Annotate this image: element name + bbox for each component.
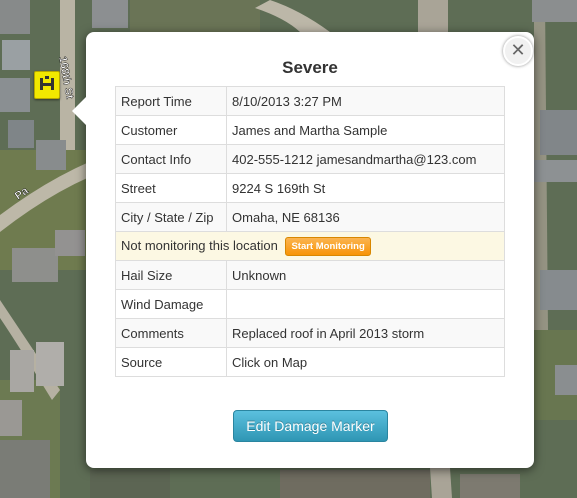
row-value: Replaced roof in April 2013 storm xyxy=(226,318,505,348)
row-value xyxy=(226,289,505,319)
row-label: Street xyxy=(115,173,227,203)
row-customer: Customer James and Martha Sample xyxy=(115,115,505,145)
row-city-state-zip: City / State / Zip Omaha, NE 68136 xyxy=(115,202,505,232)
row-value: 8/10/2013 3:27 PM xyxy=(226,86,505,116)
row-wind-damage: Wind Damage xyxy=(115,289,505,319)
row-value: James and Martha Sample xyxy=(226,115,505,145)
row-label: Source xyxy=(115,347,227,377)
row-contact-info: Contact Info 402-555-1212 jamesandmartha@… xyxy=(115,144,505,174)
popup-pointer xyxy=(72,96,87,126)
row-value: Unknown xyxy=(226,260,505,290)
row-label: Contact Info xyxy=(115,144,227,174)
row-label: Wind Damage xyxy=(115,289,227,319)
monitoring-notice-text: Not monitoring this location xyxy=(121,237,278,253)
start-monitoring-button[interactable]: Start Monitoring xyxy=(285,236,371,256)
monitoring-notice-row: Not monitoring this location Start Monit… xyxy=(115,231,505,261)
row-label: Hail Size xyxy=(115,260,227,290)
hail-marker-icon[interactable] xyxy=(34,71,60,99)
edit-damage-marker-button[interactable]: Edit Damage Marker xyxy=(233,410,388,442)
row-label: Customer xyxy=(115,115,227,145)
row-label: Report Time xyxy=(115,86,227,116)
row-value: Click on Map xyxy=(226,347,505,377)
row-street: Street 9224 S 169th St xyxy=(115,173,505,203)
row-label: Comments xyxy=(115,318,227,348)
row-report-time: Report Time 8/10/2013 3:27 PM xyxy=(115,86,505,116)
row-comments: Comments Replaced roof in April 2013 stor… xyxy=(115,318,505,348)
row-hail-size: Hail Size Unknown xyxy=(115,260,505,290)
row-label: City / State / Zip xyxy=(115,202,227,232)
report-details-table: Report Time 8/10/2013 3:27 PM Customer Jame… xyxy=(115,86,505,377)
popup-title: Severe xyxy=(282,58,338,77)
row-value: Omaha, NE 68136 xyxy=(226,202,505,232)
row-value: 9224 S 169th St xyxy=(226,173,505,203)
row-value: 402-555-1212 jamesandmartha@123.com xyxy=(226,144,505,174)
row-source: Source Click on Map xyxy=(115,347,505,377)
